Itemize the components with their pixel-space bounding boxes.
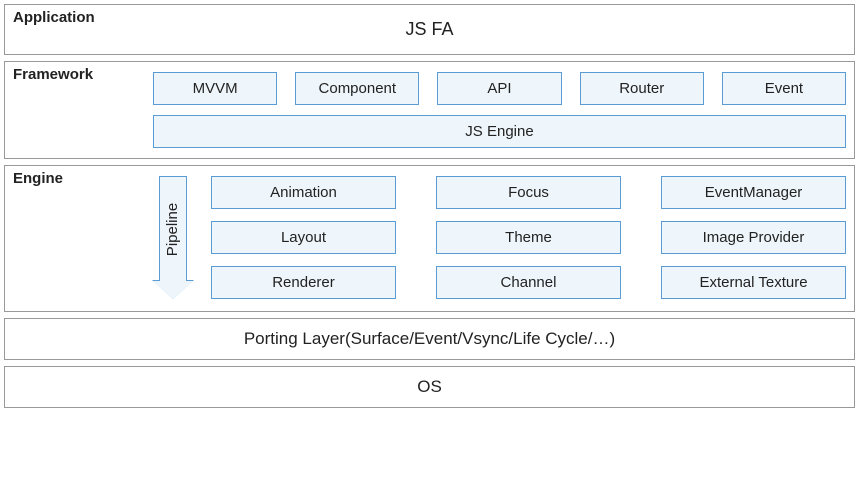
engine-grid: Animation Focus EventManager Layout Them… [211,176,846,299]
os-layer: OS [4,366,855,408]
framework-box-event: Event [722,72,846,105]
framework-layer: Framework MVVM Component API Router Even… [4,61,855,159]
engine-box-layout: Layout [211,221,396,254]
engine-box-animation: Animation [211,176,396,209]
engine-box-externaltexture: External Texture [661,266,846,299]
pipeline-arrow: Pipeline [153,176,193,299]
engine-box-focus: Focus [436,176,621,209]
engine-box-eventmanager: EventManager [661,176,846,209]
porting-layer: Porting Layer(Surface/Event/Vsync/Life C… [4,318,855,360]
engine-label: Engine [13,170,63,187]
application-label: Application [13,9,95,26]
framework-row: MVVM Component API Router Event [153,72,846,105]
engine-box-renderer: Renderer [211,266,396,299]
engine-box-channel: Channel [436,266,621,299]
engine-box-imageprovider: Image Provider [661,221,846,254]
engine-box-theme: Theme [436,221,621,254]
application-title: JS FA [13,11,846,48]
framework-js-engine: JS Engine [153,115,846,148]
framework-box-component: Component [295,72,419,105]
pipeline-label: Pipeline [165,202,182,255]
framework-box-router: Router [580,72,704,105]
framework-box-api: API [437,72,561,105]
framework-label: Framework [13,66,93,83]
application-layer: Application JS FA [4,4,855,55]
framework-box-mvvm: MVVM [153,72,277,105]
engine-layer: Engine Pipeline Animation Focus EventMan… [4,165,855,312]
